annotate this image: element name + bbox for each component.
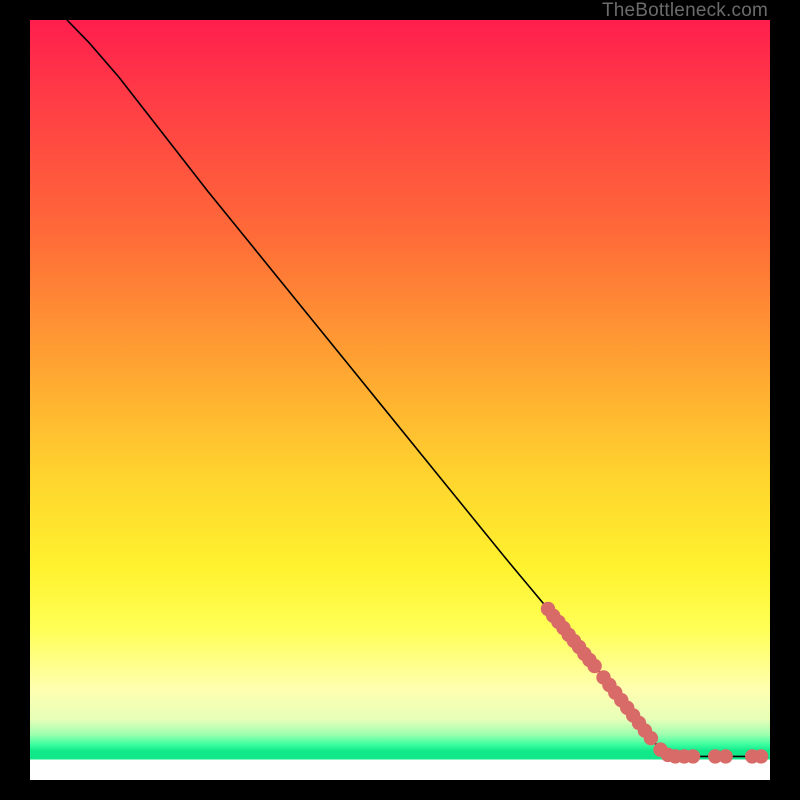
- chart-overlay: [30, 20, 770, 780]
- data-point: [686, 749, 700, 763]
- watermark-text: TheBottleneck.com: [602, 0, 768, 22]
- data-point: [644, 731, 658, 745]
- bottleneck-curve: [67, 20, 763, 756]
- data-point: [587, 659, 601, 673]
- marker-group: [541, 602, 769, 764]
- plot-area: [30, 20, 770, 780]
- data-point: [754, 749, 768, 763]
- chart-frame: TheBottleneck.com: [0, 0, 800, 800]
- data-point: [718, 749, 732, 763]
